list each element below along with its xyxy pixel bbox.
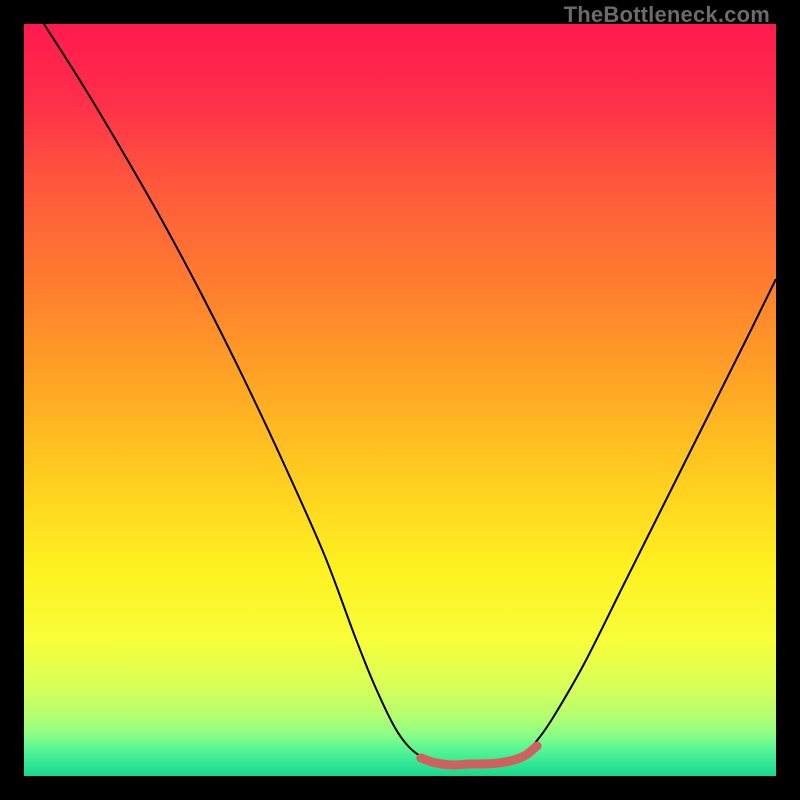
chart-background-gradient — [24, 24, 776, 776]
marker-endpoint-dot — [533, 742, 542, 751]
chart-frame — [24, 24, 776, 776]
watermark-text: TheBottleneck.com — [564, 2, 770, 28]
marker-endpoint-dot — [417, 754, 426, 763]
chart-canvas — [24, 24, 776, 776]
